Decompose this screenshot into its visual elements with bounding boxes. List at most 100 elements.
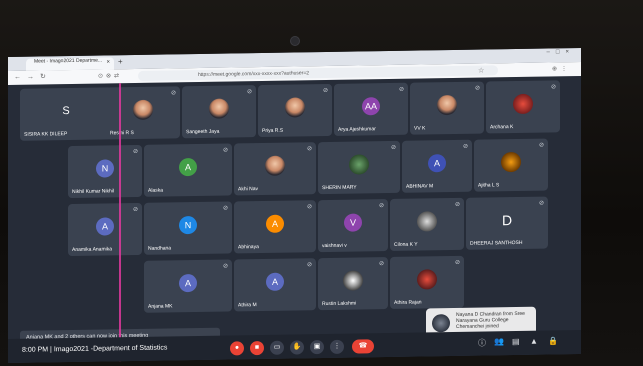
mic-off-icon: ⊘ — [222, 205, 228, 212]
people-icon[interactable]: 👥 — [494, 337, 504, 346]
mic-off-icon: ⊘ — [398, 86, 404, 93]
avatar: A — [96, 217, 114, 237]
close-icon[interactable]: × — [106, 59, 110, 65]
participant-tile[interactable]: S SISIRA KK DILEEP — [20, 87, 112, 141]
meet-grid: S SISIRA KK DILEEP ⊘ Resmi R S ⊘ Sangeet… — [8, 75, 581, 363]
participant-tile[interactable]: ⊘ Cilona K Y — [390, 197, 464, 251]
participant-name: Nikhil Kumar Nikhil — [72, 188, 114, 195]
participant-avatar-icon — [432, 314, 450, 333]
meeting-time: 8:00 PM — [22, 346, 49, 354]
mic-off-icon[interactable]: ● — [230, 341, 244, 356]
avatar — [209, 98, 229, 120]
avatar: AA — [362, 97, 380, 116]
end-call-button[interactable]: ☎ — [352, 339, 374, 354]
avatar — [343, 270, 363, 292]
avatar — [285, 97, 305, 119]
mic-off-icon: ⊘ — [132, 148, 138, 156]
participant-tile[interactable]: V ⊘ vaishnavi v — [318, 199, 388, 253]
participant-tile[interactable]: A ⊘ Alaska — [144, 143, 232, 197]
participant-name: VV K — [414, 125, 426, 132]
participant-name: Priya R.S — [262, 127, 284, 135]
participant-name: Arya Ajeshkumar — [338, 126, 376, 133]
participant-tile[interactable]: ⊘ SHERIN MARY — [318, 140, 400, 195]
participant-name: Nandhana — [148, 245, 172, 252]
avatar: V — [344, 213, 362, 233]
avatar: S — [62, 105, 70, 118]
avatar — [133, 100, 153, 121]
participant-tile[interactable]: ⊘ Priya R.S — [258, 83, 332, 138]
mic-off-icon: ⊘ — [170, 90, 176, 97]
activities-icon[interactable]: ▲ — [530, 337, 538, 346]
extensions-icon[interactable]: ⊕⋮ — [552, 65, 571, 72]
participant-name: Abhinaya — [238, 244, 259, 251]
chat-icon[interactable]: ▤ — [512, 337, 520, 346]
screen: Meet - Imago2021 Departme... × + –□× ←→↻… — [8, 47, 581, 363]
info-icon[interactable]: ⓘ — [478, 337, 486, 348]
avatar: A — [428, 154, 446, 173]
captions-icon[interactable]: ▭ — [270, 340, 284, 355]
mic-off-icon: ⊘ — [550, 84, 556, 91]
cam-off-icon[interactable]: ■ — [250, 340, 264, 356]
mic-off-icon: ⊘ — [306, 146, 312, 153]
raise-hand-icon[interactable]: ✋ — [290, 340, 304, 355]
meeting-title: Imago2021 -Department of Statistics — [53, 344, 168, 354]
participant-name: Rustin Lakshmi — [322, 300, 357, 308]
bookmark-star-icon[interactable]: ☆ — [478, 67, 484, 75]
participant-tile[interactable]: N ⊘ Nikhil Kumar Nikhil — [68, 144, 142, 199]
url-text: https://meet.google.com/xxx-xxxx-xxx?aut… — [198, 70, 310, 79]
avatar: N — [96, 159, 114, 179]
participant-tile[interactable]: ⊘ Rustin Lakshmi — [318, 257, 388, 311]
mic-off-icon: ⊘ — [538, 142, 544, 149]
mic-off-icon: ⊘ — [462, 143, 468, 150]
mic-off-icon: ⊘ — [322, 87, 328, 95]
notification-text: Nayana D Chandran from Sree Narayana Gur… — [456, 310, 525, 330]
participant-tile[interactable]: N ⊘ Nandhana — [144, 201, 232, 255]
participant-tile[interactable]: AA ⊘ Arya Ajeshkumar — [334, 82, 408, 136]
participant-tile[interactable]: ⊘ VV K — [410, 81, 484, 135]
participant-name: SHERIN MARY — [322, 184, 357, 192]
new-tab-icon[interactable]: + — [118, 57, 123, 66]
host-controls-icon[interactable]: 🔒 — [548, 336, 558, 345]
mic-off-icon: ⊘ — [454, 201, 460, 208]
participant-tile[interactable]: A ⊘ Anjana MK — [144, 259, 232, 313]
avatar — [417, 211, 437, 232]
more-icon[interactable]: ⋮ — [330, 339, 344, 354]
participant-tile[interactable]: A ⊘ Athira M — [234, 258, 316, 312]
participant-tile[interactable]: D ⊘ DHEERAJ SANTHOSH — [466, 196, 548, 250]
participant-name: Archana K — [490, 124, 514, 131]
tab-title: Meet - Imago2021 Departme... — [34, 57, 103, 65]
participant-name: Cilona K Y — [394, 241, 418, 248]
present-icon[interactable]: ▣ — [310, 340, 324, 355]
mic-off-icon: ⊘ — [378, 203, 384, 210]
participant-name: Anjana MK — [148, 303, 173, 310]
cursor-line — [119, 83, 121, 362]
webcam-icon — [290, 36, 300, 46]
participant-tile[interactable]: ⊘ Akhi Nav — [234, 142, 316, 196]
participant-tile[interactable]: ⊘ Sangeeth Jaya — [182, 85, 256, 139]
avatar: A — [179, 158, 197, 177]
mic-off-icon: ⊘ — [538, 200, 544, 207]
participant-name: SISIRA KK DILEEP — [24, 131, 68, 138]
window-controls[interactable]: –□× — [547, 49, 575, 55]
participant-name: Anamika Anamika — [72, 246, 113, 253]
participant-tile[interactable]: ⊘ Resmi R S — [106, 86, 180, 140]
avatar: A — [179, 274, 197, 293]
mic-off-icon: ⊘ — [306, 262, 312, 269]
mic-off-icon: ⊘ — [246, 89, 252, 96]
avatar — [417, 269, 437, 290]
mic-off-icon: ⊘ — [222, 147, 228, 154]
avatar — [501, 152, 521, 173]
meeting-info: 8:00 PM | Imago2021 -Department of Stati… — [22, 344, 167, 353]
participant-tile[interactable]: ⊘ Ajitha L S — [474, 138, 548, 192]
participant-name: Ajitha L S — [478, 182, 500, 189]
participant-tile[interactable]: ⊘ Archana K — [486, 80, 560, 134]
participant-tile[interactable]: ⊘ Athira Rajan — [390, 255, 464, 309]
avatar: D — [501, 212, 513, 229]
participant-tile[interactable]: A ⊘ ABHINAV M — [402, 139, 472, 193]
avatar — [349, 154, 369, 176]
mic-off-icon: ⊘ — [378, 261, 384, 268]
nav-buttons[interactable]: ←→↻ — [14, 72, 52, 81]
participant-name: Athira M — [238, 302, 257, 309]
participant-tile[interactable]: A ⊘ Anamika Anamika — [68, 202, 142, 257]
participant-tile[interactable]: A ⊘ Abhinaya — [234, 200, 316, 254]
